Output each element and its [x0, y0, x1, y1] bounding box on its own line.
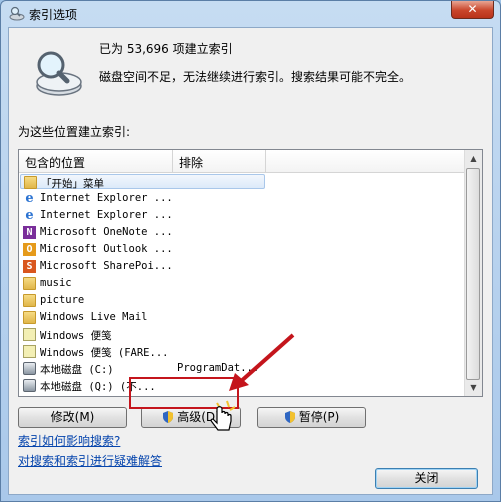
- title-bar: 索引选项 ✕: [1, 1, 500, 27]
- list-item-cell[interactable]: 「开始」菜单: [20, 174, 265, 190]
- location-name: Internet Explorer ...: [40, 209, 173, 221]
- column-divider[interactable]: [265, 150, 266, 172]
- list-item-cell[interactable]: e Internet Explorer ...: [20, 191, 265, 206]
- scroll-down-icon[interactable]: ▼: [465, 379, 482, 396]
- how-indexing-affects-search-link[interactable]: 索引如何影响搜索?: [18, 432, 120, 449]
- ie-icon: e: [25, 208, 34, 223]
- list-item[interactable]: Windows Live Mail: [19, 310, 465, 327]
- magnifier-drive-icon: [9, 6, 25, 21]
- list-item[interactable]: music: [19, 276, 465, 293]
- list-item[interactable]: N Microsoft OneNote ...: [19, 225, 465, 242]
- scrollbar-thumb[interactable]: [466, 168, 480, 380]
- list-item-cell[interactable]: N Microsoft OneNote ...: [20, 225, 265, 240]
- annotation-arrow-icon: [229, 333, 295, 391]
- modify-button-label: 修改(M): [50, 410, 95, 424]
- window-title: 索引选项: [29, 8, 78, 22]
- outlook-icon: O: [23, 243, 36, 256]
- list-item[interactable]: e Internet Explorer ...: [19, 208, 465, 225]
- pause-button[interactable]: 暂停(P): [257, 407, 366, 428]
- location-name: Microsoft SharePoi...: [40, 260, 173, 272]
- ie-icon: e: [25, 191, 34, 206]
- list-item-cell[interactable]: picture: [20, 293, 265, 308]
- dialog-content: 已为 53,696 项建立索引 磁盘空间不足，无法继续进行索引。搜索结果可能不完…: [8, 27, 493, 495]
- location-name: Internet Explorer ...: [40, 192, 173, 204]
- list-item-cell[interactable]: Windows Live Mail: [20, 310, 265, 325]
- hand-cursor-icon: [210, 400, 236, 431]
- location-name: 本地磁盘 (C:): [40, 364, 114, 376]
- list-item[interactable]: 「开始」菜单: [19, 174, 465, 191]
- list-column-header: 包含的位置 排除: [19, 150, 465, 173]
- scroll-up-icon[interactable]: ▲: [465, 150, 482, 167]
- sharepoint-icon: S: [23, 260, 36, 273]
- list-item-cell[interactable]: S Microsoft SharePoi...: [20, 259, 265, 274]
- troubleshoot-search-link[interactable]: 对搜索和索引进行疑难解答: [18, 452, 162, 469]
- list-item[interactable]: picture: [19, 293, 465, 310]
- location-name: music: [40, 277, 72, 289]
- location-name: 「开始」菜单: [41, 178, 104, 190]
- column-exclude[interactable]: 排除: [179, 154, 203, 171]
- note-icon: [23, 345, 36, 358]
- window-close-button[interactable]: ✕: [451, 1, 494, 19]
- column-divider[interactable]: [172, 150, 173, 172]
- close-button[interactable]: 关闭: [375, 468, 478, 489]
- location-name: Microsoft OneNote ...: [40, 226, 173, 238]
- folder-icon: [23, 294, 36, 307]
- close-icon: ✕: [467, 2, 478, 16]
- folder-icon: [24, 176, 37, 189]
- list-item-cell[interactable]: e Internet Explorer ...: [20, 208, 265, 223]
- column-included-locations[interactable]: 包含的位置: [25, 154, 85, 171]
- disk-space-warning: 磁盘空间不足，无法继续进行索引。搜索结果可能不完全。: [99, 70, 412, 84]
- location-name: picture: [40, 294, 85, 306]
- indexing-magnifier-icon: [36, 51, 82, 96]
- note-icon: [23, 328, 36, 341]
- location-name: Microsoft Outlook ...: [40, 243, 173, 255]
- pause-button-label: 暂停(P): [298, 410, 340, 424]
- list-item-cell[interactable]: O Microsoft Outlook ...: [20, 242, 265, 257]
- folder-icon: [23, 277, 36, 290]
- list-item[interactable]: e Internet Explorer ...: [19, 191, 465, 208]
- indexing-options-window: 索引选项 ✕ 已为 53,696 项建立索引 磁盘空间不足，无法继续进行索引。搜…: [0, 0, 501, 502]
- uac-shield-icon: [163, 411, 174, 423]
- list-item[interactable]: O Microsoft Outlook ...: [19, 242, 465, 259]
- location-name: Windows 便笺 (FARE...: [40, 347, 169, 359]
- modify-button[interactable]: 修改(M): [18, 407, 127, 428]
- list-item[interactable]: S Microsoft SharePoi...: [19, 259, 465, 276]
- drive-icon: [23, 379, 36, 392]
- locations-label: 为这些位置建立索引:: [18, 125, 131, 139]
- onenote-icon: N: [23, 226, 36, 239]
- indexed-count-text: 已为 53,696 项建立索引: [99, 42, 233, 56]
- uac-shield-icon: [284, 411, 295, 423]
- list-item-cell[interactable]: music: [20, 276, 265, 291]
- folder-icon: [23, 311, 36, 324]
- drive-icon: [23, 362, 36, 375]
- close-button-label: 关闭: [414, 471, 439, 485]
- location-name: Windows 便笺: [40, 330, 112, 342]
- list-scrollbar[interactable]: ▲ ▼: [464, 150, 482, 396]
- location-name: Windows Live Mail: [40, 311, 148, 323]
